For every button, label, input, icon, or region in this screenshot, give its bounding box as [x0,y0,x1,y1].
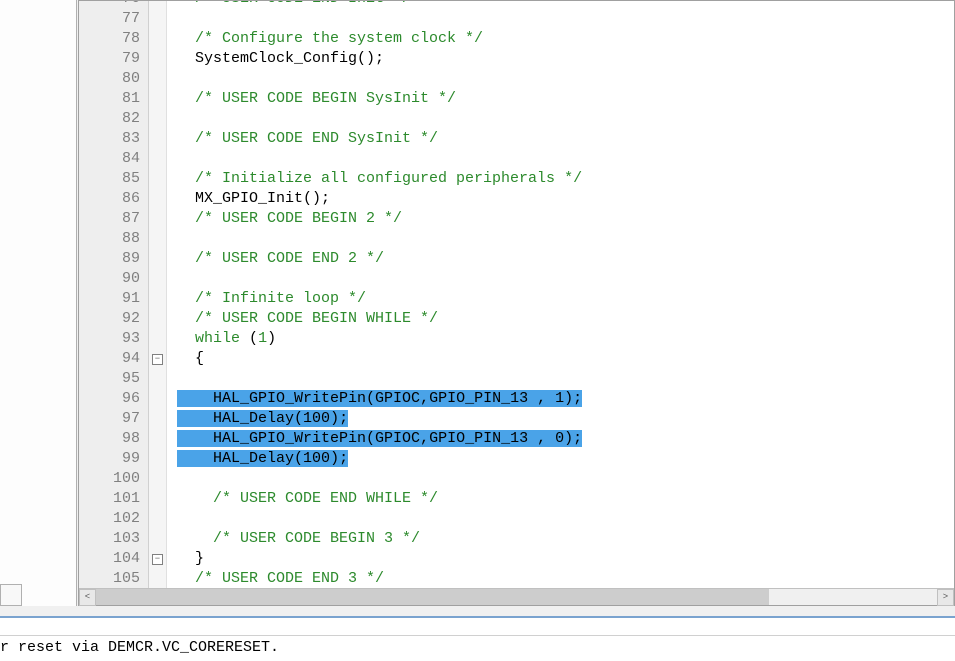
line-number: 101 [93,489,140,509]
code-line[interactable]: HAL_GPIO_WritePin(GPIOC,GPIO_PIN_13 , 1)… [177,389,954,409]
line-number: 99 [93,449,140,469]
line-number: 96 [93,389,140,409]
code-line[interactable]: { [177,349,954,369]
line-number: 89 [93,249,140,269]
fold-close-icon[interactable]: − [152,554,163,565]
code-line[interactable]: /* Initialize all configured peripherals… [177,169,954,189]
code-line[interactable] [177,69,954,89]
code-line[interactable]: /* Configure the system clock */ [177,29,954,49]
code-text-area[interactable]: /* USER CODE END Init */ /* Configure th… [167,1,954,588]
hscroll-right-arrow[interactable]: > [937,589,954,606]
code-line[interactable]: /* USER CODE BEGIN 3 */ [177,529,954,549]
code-line[interactable] [177,509,954,529]
line-number: 79 [93,49,140,69]
line-number: 81 [93,89,140,109]
hscroll-track[interactable] [96,589,937,605]
code-line[interactable]: HAL_Delay(100); [177,449,954,469]
line-number: 90 [93,269,140,289]
horizontal-scrollbar[interactable]: < > [79,588,954,605]
line-number: 102 [93,509,140,529]
line-number: 97 [93,409,140,429]
code-line[interactable]: /* USER CODE END Init */ [177,1,954,9]
left-panel-sliver [0,0,77,606]
code-line[interactable]: /* USER CODE BEGIN WHILE */ [177,309,954,329]
line-number: 93 [93,329,140,349]
line-number: 77 [93,9,140,29]
code-line[interactable] [177,229,954,249]
code-line[interactable]: MX_GPIO_Init(); [177,189,954,209]
code-line[interactable] [177,469,954,489]
code-line[interactable]: /* USER CODE BEGIN SysInit */ [177,89,954,109]
line-number: 105 [93,569,140,588]
line-number: 76 [93,1,140,9]
code-editor: 7677787980818283848586878889909192939495… [78,0,955,606]
line-number-gutter[interactable]: 7677787980818283848586878889909192939495… [79,1,149,588]
code-line[interactable]: SystemClock_Config(); [177,49,954,69]
code-line[interactable]: } [177,549,954,569]
line-number: 78 [93,29,140,49]
hscroll-left-arrow[interactable]: < [79,589,96,606]
code-line[interactable]: HAL_Delay(100); [177,409,954,429]
line-number: 100 [93,469,140,489]
code-viewport[interactable]: 7677787980818283848586878889909192939495… [79,1,954,588]
hscroll-thumb[interactable] [96,589,769,605]
line-number: 94 [93,349,140,369]
line-number: 86 [93,189,140,209]
code-line[interactable] [177,269,954,289]
line-number: 83 [93,129,140,149]
console-toolbar [0,618,955,636]
line-number: 95 [93,369,140,389]
line-number: 91 [93,289,140,309]
code-line[interactable]: /* Infinite loop */ [177,289,954,309]
code-line[interactable] [177,109,954,129]
code-line[interactable]: /* USER CODE END WHILE */ [177,489,954,509]
line-number: 104 [93,549,140,569]
line-number: 85 [93,169,140,189]
line-number: 82 [93,109,140,129]
line-number: 80 [93,69,140,89]
output-console[interactable]: r reset via DEMCR.VC_CORERESET. [0,616,955,661]
line-number: 88 [93,229,140,249]
code-line[interactable]: /* USER CODE END 3 */ [177,569,954,588]
code-line[interactable] [177,369,954,389]
code-line[interactable] [177,149,954,169]
line-number: 98 [93,429,140,449]
line-number: 103 [93,529,140,549]
line-number: 84 [93,149,140,169]
line-number: 87 [93,209,140,229]
code-line[interactable] [177,9,954,29]
console-text: r reset via DEMCR.VC_CORERESET. [0,636,955,656]
code-line[interactable]: while (1) [177,329,954,349]
code-line[interactable]: /* USER CODE BEGIN 2 */ [177,209,954,229]
fold-column[interactable]: −− [149,1,167,588]
fold-open-icon[interactable]: − [152,354,163,365]
code-line[interactable]: /* USER CODE END SysInit */ [177,129,954,149]
code-line[interactable]: HAL_GPIO_WritePin(GPIOC,GPIO_PIN_13 , 0)… [177,429,954,449]
code-line[interactable]: /* USER CODE END 2 */ [177,249,954,269]
line-number: 92 [93,309,140,329]
left-panel-tab[interactable] [0,584,22,606]
